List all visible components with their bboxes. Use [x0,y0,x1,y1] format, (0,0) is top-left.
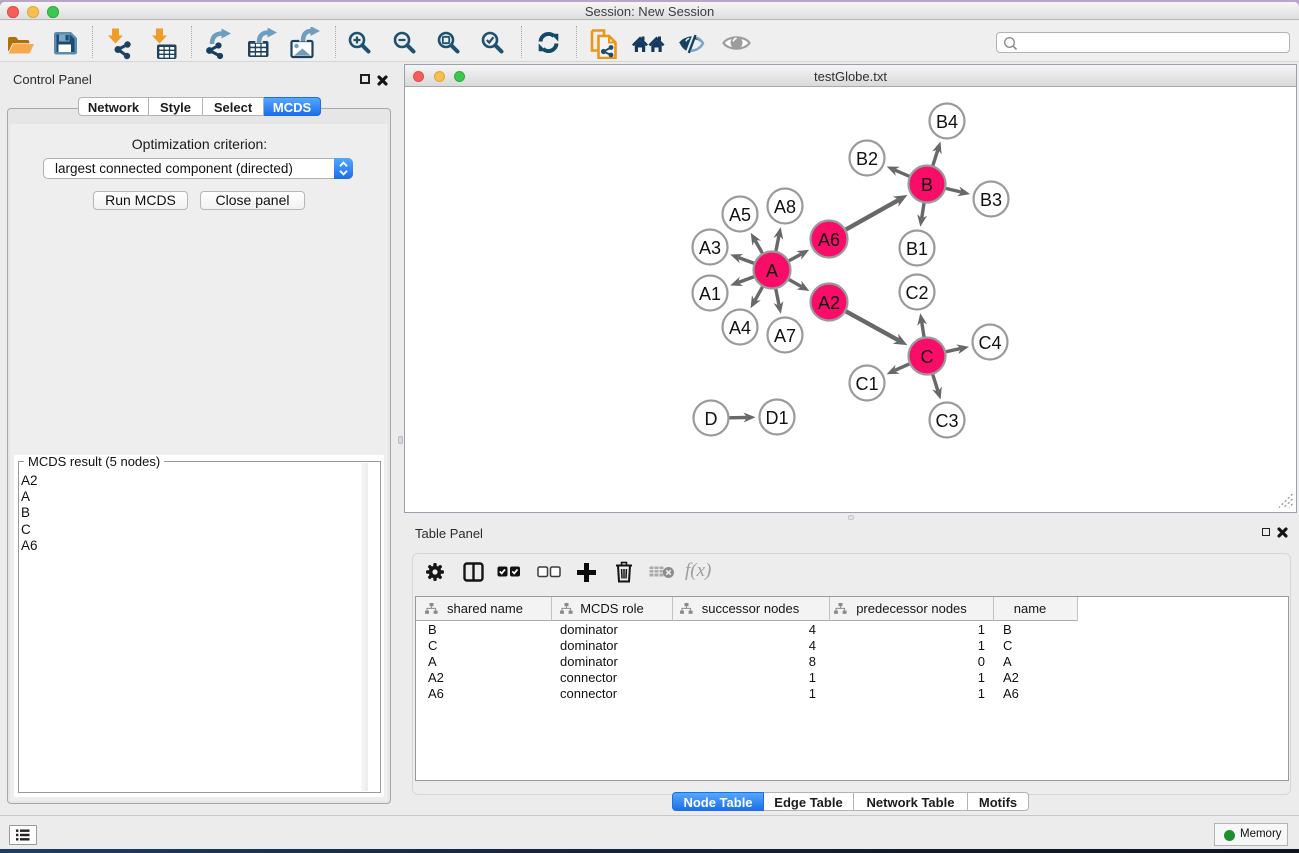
svg-text:D1: D1 [765,408,788,428]
svg-text:A1: A1 [699,284,721,304]
svg-text:B3: B3 [980,190,1002,210]
svg-text:B2: B2 [856,149,878,169]
svg-text:C2: C2 [905,283,928,303]
svg-text:B4: B4 [936,112,958,132]
svg-text:B: B [921,175,933,195]
svg-text:B1: B1 [906,239,928,259]
svg-text:A8: A8 [774,197,796,217]
svg-text:A4: A4 [729,318,751,338]
svg-text:A5: A5 [729,205,751,225]
svg-text:A: A [766,261,778,281]
svg-text:A2: A2 [818,293,840,313]
svg-text:A3: A3 [699,238,721,258]
svg-text:C4: C4 [978,333,1001,353]
svg-text:C: C [921,347,934,367]
svg-text:C3: C3 [935,411,958,431]
svg-text:A6: A6 [818,230,840,250]
svg-text:C1: C1 [855,374,878,394]
svg-text:A7: A7 [774,326,796,346]
svg-text:D: D [705,409,718,429]
